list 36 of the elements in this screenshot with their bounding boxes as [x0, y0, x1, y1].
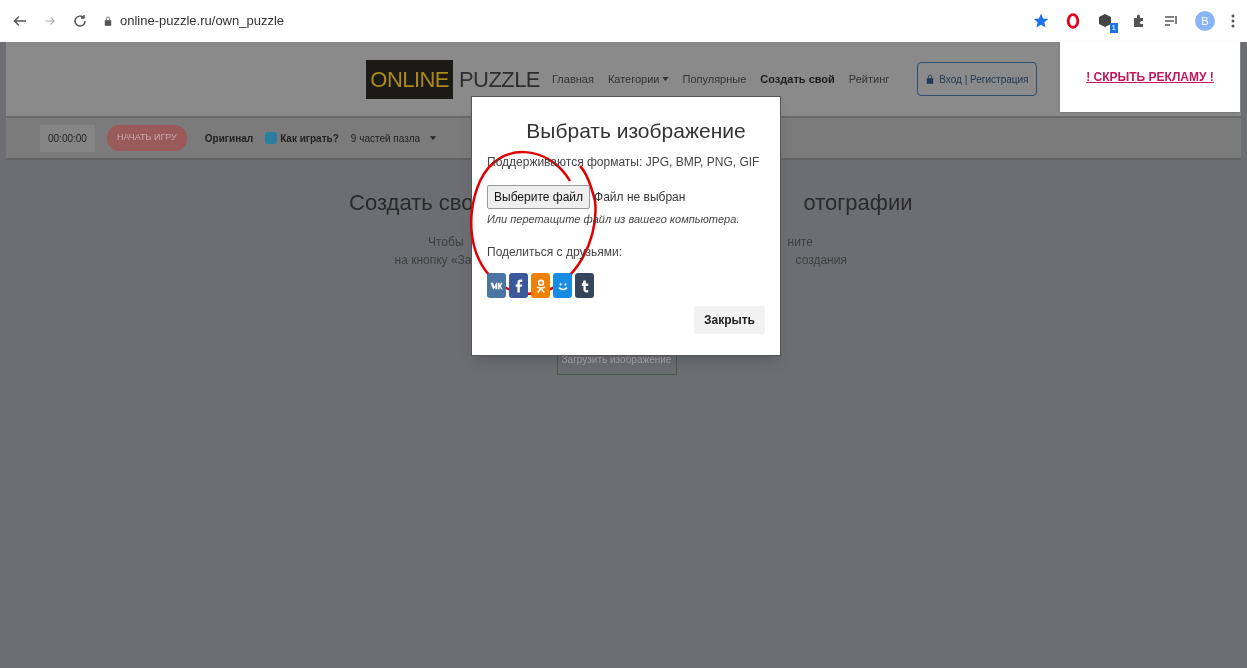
- timer: 00:00:00: [40, 124, 95, 152]
- tumblr-share-button[interactable]: [575, 273, 594, 298]
- start-game-button[interactable]: НАЧАТЬ ИГРУ: [106, 125, 187, 151]
- lock-icon: [926, 74, 935, 84]
- hide-ads-link[interactable]: ! СКРЫТЬ РЕКЛАМУ !: [1086, 68, 1214, 86]
- nav-link[interactable]: Главная: [552, 70, 594, 88]
- logo-text: PUZZLE: [457, 65, 540, 94]
- back-icon[interactable]: [12, 13, 28, 29]
- address-bar[interactable]: online-puzzle.ru/own_puzzle: [120, 11, 285, 31]
- vk-share-button[interactable]: [487, 273, 506, 298]
- nav-link[interactable]: Категории: [607, 70, 669, 88]
- nav-link[interactable]: Создать свой: [760, 70, 835, 88]
- profile-avatar[interactable]: B: [1195, 11, 1215, 31]
- choose-file-button[interactable]: Выберите файл: [487, 184, 591, 209]
- facebook-share-button[interactable]: [509, 273, 528, 298]
- playlist-icon[interactable]: [1163, 13, 1179, 29]
- page-heading: Создать сво: [348, 189, 474, 217]
- site-logo[interactable]: ONLINE PUZZLE: [366, 59, 540, 99]
- help-link[interactable]: Как играть?: [265, 130, 339, 146]
- star-icon[interactable]: [1033, 13, 1049, 29]
- extension-badge: 1: [1109, 23, 1118, 33]
- opera-icon[interactable]: [1065, 13, 1081, 29]
- original-link[interactable]: Оригинал: [204, 130, 254, 146]
- close-button[interactable]: Закрыть: [693, 306, 765, 334]
- nav-link[interactable]: Рейтинг: [848, 70, 890, 88]
- login-button[interactable]: Вход | Регистрация: [917, 62, 1038, 96]
- caret-icon: [430, 136, 437, 140]
- menu-icon[interactable]: [1231, 13, 1235, 29]
- lock-icon: [104, 16, 112, 26]
- pieces-select[interactable]: 9 частей пазла: [350, 130, 437, 146]
- reload-icon[interactable]: [72, 13, 88, 29]
- page-heading: отографии: [803, 189, 914, 217]
- modal-title: Выбрать изображение: [525, 118, 747, 144]
- help-icon: [265, 132, 278, 144]
- logo-text: ONLINE: [366, 59, 453, 99]
- nav-link[interactable]: Популярные: [682, 70, 747, 88]
